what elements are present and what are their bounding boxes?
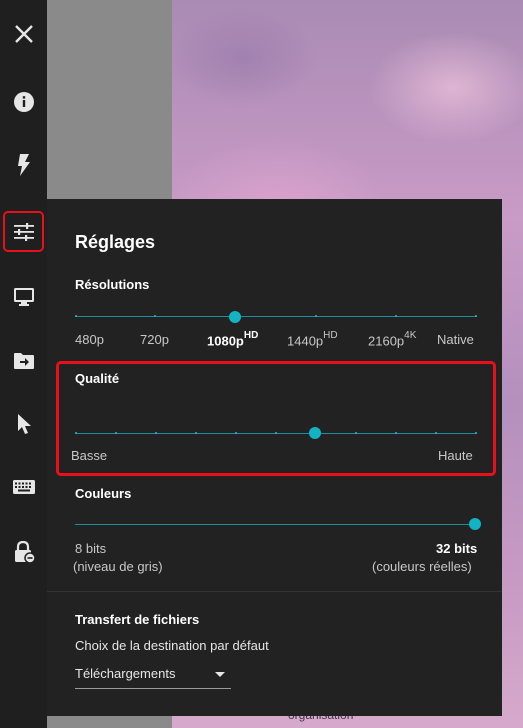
lightning-icon: [17, 153, 30, 176]
close-icon: [14, 24, 33, 43]
settings-button[interactable]: [3, 211, 44, 252]
keyboard-button[interactable]: [3, 466, 44, 507]
close-button[interactable]: [3, 13, 44, 54]
quality-tick: [235, 432, 237, 434]
panel-title: Réglages: [75, 232, 156, 252]
resolutions-title: Résolutions: [75, 277, 150, 292]
destination-select[interactable]: Téléchargements: [75, 661, 231, 689]
quality-thumb[interactable]: [309, 427, 321, 439]
colors-max-sublabel: (couleurs réelles): [372, 559, 472, 574]
quality-tick: [195, 432, 197, 434]
info-icon: [13, 91, 34, 112]
resolution-thumb[interactable]: [229, 311, 241, 323]
resolution-tick: [475, 315, 477, 317]
colors-min-label: 8 bits: [75, 541, 107, 556]
colors-thumb[interactable]: [469, 518, 481, 530]
lock-button[interactable]: [3, 531, 44, 572]
resolution-tick: [395, 315, 397, 317]
left-toolbar: [0, 0, 47, 728]
resolution-track[interactable]: [75, 316, 477, 317]
chevron-down-icon: [215, 672, 225, 677]
resolution-label-2160p[interactable]: 2160p4K: [368, 330, 416, 348]
quality-tick: [435, 432, 437, 434]
quality-tick: [115, 432, 117, 434]
pointer-button[interactable]: [3, 403, 44, 444]
resolution-tick: [75, 315, 77, 317]
colors-max-label: 32 bits: [436, 541, 478, 556]
colors-track[interactable]: [75, 524, 477, 525]
quality-highlight: [56, 361, 496, 476]
quality-tick: [355, 432, 357, 434]
resolution-tick: [154, 315, 156, 317]
quality-tick: [155, 432, 157, 434]
file-transfer-button[interactable]: [3, 340, 44, 381]
file-transfer-description: Choix de la destination par défaut: [75, 638, 269, 653]
info-button[interactable]: [3, 81, 44, 122]
quality-max-label: Haute: [438, 448, 473, 463]
resolution-tick: [315, 315, 317, 317]
sliders-icon: [13, 222, 34, 241]
resolution-label-1080p[interactable]: 1080pHD: [207, 330, 258, 348]
display-button[interactable]: [3, 276, 44, 317]
folder-arrow-icon: [13, 352, 34, 369]
resolution-label-480p[interactable]: 480p: [75, 332, 104, 347]
keyboard-icon: [12, 479, 35, 494]
resolution-label-native[interactable]: Native: [437, 332, 474, 347]
quality-title: Qualité: [75, 371, 120, 386]
quality-tick: [75, 432, 77, 434]
performance-button[interactable]: [3, 144, 44, 185]
settings-panel: Réglages Résolutions 480p 720p 1080pHD 1…: [47, 199, 502, 716]
colors-min-sublabel: (niveau de gris): [73, 559, 163, 574]
quality-tick: [475, 432, 477, 434]
monitor-icon: [13, 287, 34, 306]
cursor-icon: [17, 413, 31, 434]
destination-select-value: Téléchargements: [75, 666, 176, 681]
section-divider: [47, 591, 502, 592]
colors-title: Couleurs: [75, 486, 132, 501]
resolution-label-720p[interactable]: 720p: [140, 332, 169, 347]
file-transfer-title: Transfert de fichiers: [75, 612, 200, 627]
quality-tick: [395, 432, 397, 434]
quality-tick: [275, 432, 277, 434]
lock-icon: [14, 540, 35, 563]
quality-min-label: Basse: [71, 448, 108, 463]
resolution-label-1440p[interactable]: 1440pHD: [287, 330, 338, 348]
